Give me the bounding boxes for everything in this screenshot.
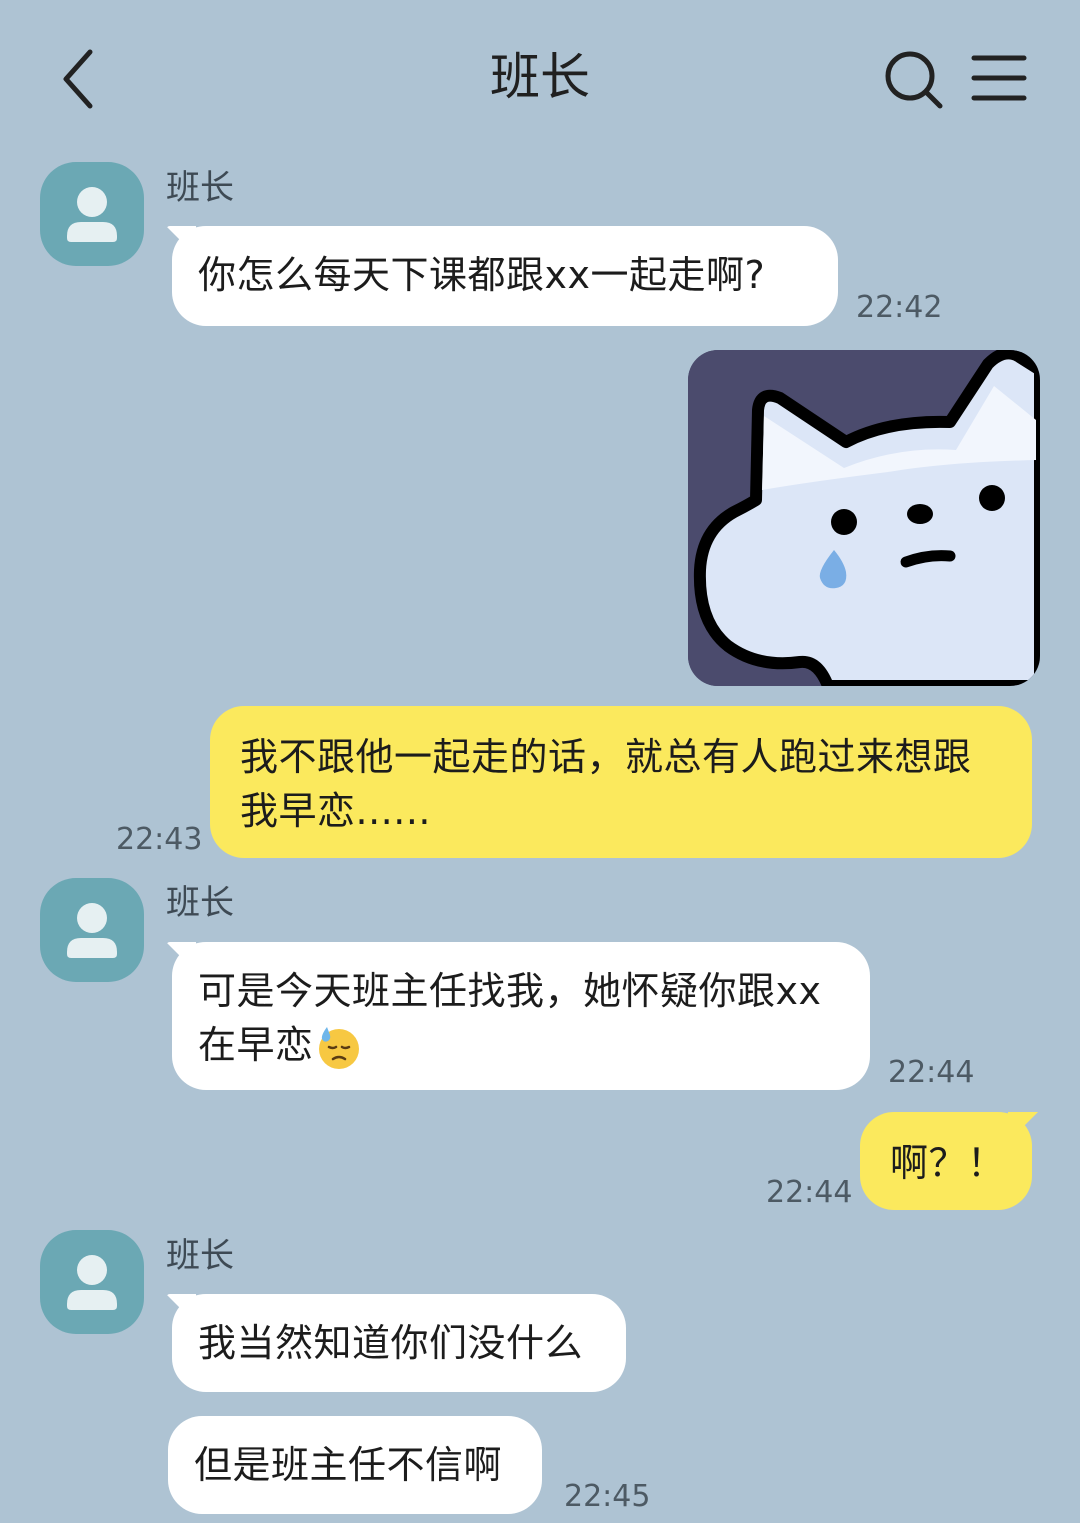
- user-silhouette-icon: [67, 903, 117, 958]
- avatar[interactable]: [40, 878, 144, 982]
- message-bubble[interactable]: 我当然知道你们没什么: [172, 1294, 626, 1392]
- avatar[interactable]: [40, 162, 144, 266]
- message-text-line: 我不跟他一起走的话，就总有人跑过来想跟: [240, 735, 972, 779]
- sender-name: 班长: [166, 168, 234, 208]
- message-bubble[interactable]: 可是今天班主任找我，她怀疑你跟xx 在早恋: [172, 942, 870, 1090]
- avatar[interactable]: [40, 1230, 144, 1334]
- message-text-line: 我早恋......: [240, 789, 431, 833]
- message-text-line: 在早恋: [198, 1023, 314, 1067]
- message-text: 我当然知道你们没什么: [198, 1321, 584, 1365]
- menu-button[interactable]: [968, 50, 1032, 110]
- user-silhouette-icon: [67, 1255, 117, 1310]
- message-time: 22:42: [856, 290, 943, 325]
- message-bubble[interactable]: 啊？！: [860, 1112, 1032, 1210]
- message-time: 22:43: [116, 822, 203, 857]
- message-text-line: 可是今天班主任找我，她怀疑你跟xx: [198, 969, 822, 1013]
- sender-name: 班长: [166, 883, 234, 923]
- message-bubble[interactable]: 你怎么每天下课都跟xx一起走啊?: [172, 226, 838, 326]
- search-button[interactable]: [880, 46, 950, 116]
- message-text: 但是班主任不信啊: [194, 1443, 503, 1487]
- search-icon: [885, 51, 943, 109]
- message-bubble[interactable]: 但是班主任不信啊: [168, 1416, 542, 1514]
- user-silhouette-icon: [67, 187, 117, 242]
- message-text: 你怎么每天下课都跟xx一起走啊?: [198, 253, 766, 297]
- hamburger-menu-icon: [971, 55, 1027, 101]
- message-time: 22:45: [564, 1479, 651, 1514]
- message-time: 22:44: [888, 1055, 975, 1090]
- top-bar: 班长: [0, 0, 1080, 150]
- downcast-face-with-sweat-emoji: [318, 1026, 359, 1069]
- sticker-message[interactable]: [688, 350, 1040, 686]
- crying-white-cat-sticker: [688, 350, 1040, 686]
- message-time: 22:44: [766, 1175, 853, 1210]
- sender-name: 班长: [166, 1236, 234, 1276]
- message-text: 啊？！: [890, 1141, 1006, 1185]
- message-bubble[interactable]: 我不跟他一起走的话，就总有人跑过来想跟 我早恋......: [210, 706, 1032, 858]
